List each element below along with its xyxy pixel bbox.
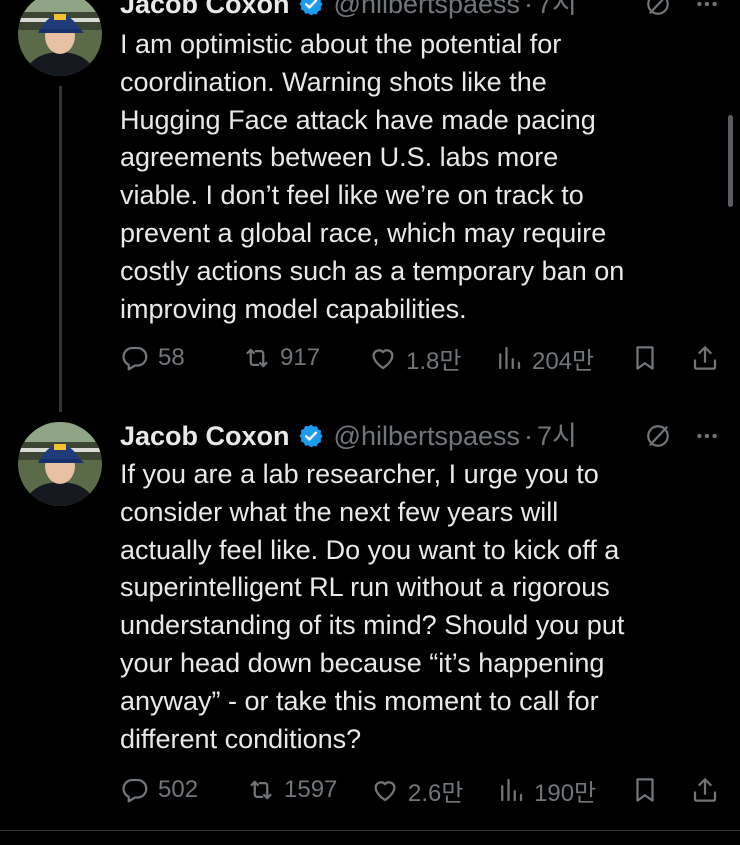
verified-badge-icon <box>298 0 323 16</box>
reply-icon <box>122 346 148 371</box>
repost-button[interactable]: 917 <box>242 338 320 378</box>
repost-count: 1597 <box>284 776 338 803</box>
more-horizontal-icon[interactable] <box>694 423 720 449</box>
repost-icon <box>246 348 268 368</box>
bookmark-icon <box>636 778 654 802</box>
heart-icon <box>372 349 394 370</box>
thread-line <box>59 86 62 412</box>
tweet-actions: 502 1597 2.6만 190만 <box>120 770 720 810</box>
bookmark-button[interactable] <box>630 338 660 378</box>
like-button[interactable]: 1.8만 <box>368 338 461 378</box>
heart-icon <box>374 781 396 802</box>
share-icon <box>693 346 717 370</box>
views-chart-icon <box>501 778 523 802</box>
repost-icon <box>250 780 272 800</box>
bookmark-icon <box>636 346 654 370</box>
verified-badge-icon <box>298 424 323 448</box>
bookmark-button[interactable] <box>630 770 660 810</box>
separator-dot: · <box>524 421 534 451</box>
grok-icon[interactable] <box>645 423 671 449</box>
author-handle[interactable]: @hilbertspaess <box>334 0 521 22</box>
reply-button[interactable]: 502 <box>120 770 198 810</box>
reply-icon <box>122 778 148 803</box>
tweet-time[interactable]: 7시 <box>537 418 577 454</box>
author-handle[interactable]: @hilbertspaess <box>334 418 521 454</box>
scrollbar[interactable] <box>728 115 733 207</box>
reply-count: 58 <box>158 344 185 371</box>
like-count: 1.8만 <box>406 347 462 375</box>
repost-button[interactable]: 1597 <box>246 770 337 810</box>
author-name[interactable]: Jacob Coxon <box>120 0 290 22</box>
avatar-image <box>18 0 102 76</box>
tweet-text: I am optimistic about the potential for … <box>120 29 625 324</box>
like-button[interactable]: 2.6만 <box>370 770 463 810</box>
separator-dot: · <box>524 0 534 19</box>
tweet-2[interactable]: Jacob Coxon @hilbertspaess · 7시 If you a… <box>0 410 740 830</box>
views-count: 190만 <box>534 779 597 807</box>
like-count: 2.6만 <box>408 779 464 807</box>
tweet-header: Jacob Coxon @hilbertspaess · 7시 <box>120 0 577 22</box>
tweet-text: If you are a lab researcher, I urge you … <box>120 459 625 754</box>
tweet-1[interactable]: Jacob Coxon @hilbertspaess · 7시 I am opt… <box>0 0 740 412</box>
divider <box>0 830 740 831</box>
more-horizontal-icon[interactable] <box>694 0 720 17</box>
share-button[interactable] <box>690 338 720 378</box>
avatar[interactable] <box>18 422 102 506</box>
views-count: 204만 <box>532 347 595 375</box>
grok-icon[interactable] <box>645 0 671 17</box>
reply-count: 502 <box>158 776 199 803</box>
share-icon <box>693 778 717 802</box>
reply-button[interactable]: 58 <box>120 338 185 378</box>
avatar-image <box>18 422 102 506</box>
share-button[interactable] <box>690 770 720 810</box>
views-chart-icon <box>499 346 521 370</box>
avatar[interactable] <box>18 0 102 76</box>
views-button[interactable]: 190만 <box>496 770 596 810</box>
tweet-actions: 58 917 1.8만 204만 <box>120 338 720 378</box>
views-button[interactable]: 204만 <box>494 338 594 378</box>
tweet-header: Jacob Coxon @hilbertspaess · 7시 <box>120 418 577 454</box>
tweet-time[interactable]: 7시 <box>537 0 577 22</box>
author-name[interactable]: Jacob Coxon <box>120 418 290 454</box>
repost-count: 917 <box>280 344 321 371</box>
